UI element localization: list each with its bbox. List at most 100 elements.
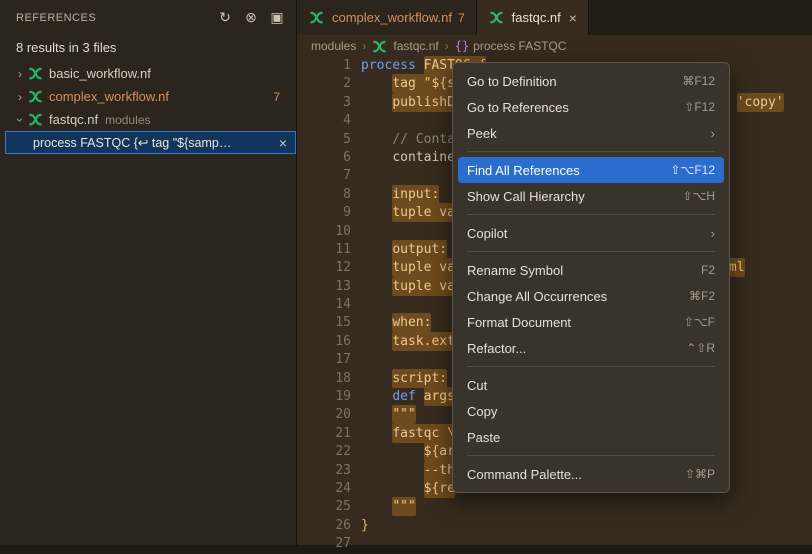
code-token [361, 279, 392, 294]
menu-item-format-document[interactable]: Format Document⇧⌥F [458, 309, 724, 335]
line-number: 26 [297, 517, 351, 535]
code-token: containe [392, 150, 455, 165]
menu-item-cut[interactable]: Cut [458, 372, 724, 398]
menu-separator [467, 455, 715, 456]
code-token [361, 481, 424, 496]
menu-item-copy[interactable]: Copy [458, 398, 724, 424]
code-token [361, 95, 392, 110]
nextflow-icon [28, 112, 45, 127]
menu-shortcut: ⌘F12 [682, 74, 715, 88]
menu-item-label: Paste [467, 430, 715, 445]
reference-highlight: tuple va [392, 277, 455, 296]
clear-results-icon[interactable]: ⊗ [240, 7, 262, 29]
file-row-basic-workflow-nf[interactable]: ›basic_workflow.nf [0, 62, 296, 85]
line-number: 14 [297, 296, 351, 314]
reference-highlight: """ [392, 497, 415, 516]
code-text [351, 112, 361, 130]
code-token [361, 334, 392, 349]
code-token: def [392, 389, 423, 404]
line-number: 19 [297, 388, 351, 406]
menu-separator [467, 214, 715, 215]
tab-close-icon[interactable]: × [569, 10, 577, 26]
symbol-process-icon: {} [455, 39, 469, 53]
code-text: ${ar [351, 443, 455, 461]
code-line[interactable]: 27 [297, 535, 812, 553]
menu-item-peek[interactable]: Peek› [458, 120, 724, 146]
line-number: 17 [297, 351, 351, 369]
code-text [351, 167, 361, 185]
chevron-collapsed-icon: › [12, 67, 28, 81]
file-description: modules [105, 113, 150, 127]
code-token [361, 463, 424, 478]
reference-highlight: 'copy' [737, 93, 784, 112]
reference-highlight: tuple va [392, 203, 455, 222]
code-token [361, 371, 392, 386]
code-text: task.ext [351, 333, 455, 351]
menu-item-go-to-definition[interactable]: Go to Definition⌘F12 [458, 68, 724, 94]
reference-highlight: --th [424, 461, 455, 480]
menu-item-label: Change All Occurrences [467, 289, 689, 304]
code-token [361, 187, 392, 202]
code-text: // Conta [351, 131, 455, 149]
breadcrumb-label: fastqc.nf [393, 39, 438, 53]
menu-item-rename-symbol[interactable]: Rename SymbolF2 [458, 257, 724, 283]
code-line[interactable]: 25 """ [297, 498, 812, 516]
nextflow-icon [489, 10, 506, 25]
breadcrumb-item-fastqc-nf[interactable]: fastqc.nf [372, 39, 438, 54]
reference-highlight: publishD [392, 93, 455, 112]
line-number: 2 [297, 75, 351, 93]
line-number: 11 [297, 241, 351, 259]
references-sidebar: REFERENCES ↻⊗▣ 8 results in 3 files ›bas… [0, 0, 297, 545]
menu-shortcut: ⇧⌥F [684, 315, 715, 329]
tab-fastqc-nf[interactable]: fastqc.nf× [477, 0, 589, 35]
context-menu: Go to Definition⌘F12Go to References⇧F12… [452, 62, 730, 493]
breadcrumb-item-modules[interactable]: modules [311, 39, 356, 53]
code-line[interactable]: 26} [297, 517, 812, 535]
result-count-badge: 7 [273, 90, 286, 104]
panel-title: REFERENCES [16, 12, 96, 24]
file-row-complex-workflow-nf[interactable]: ›complex_workflow.nf7 [0, 85, 296, 108]
collapse-all-icon[interactable]: ▣ [266, 7, 288, 29]
menu-item-go-to-references[interactable]: Go to References⇧F12 [458, 94, 724, 120]
code-text: """ [351, 406, 416, 424]
menu-item-show-call-hierarchy[interactable]: Show Call Hierarchy⇧⌥H [458, 183, 724, 209]
tab-badge: 7 [458, 11, 465, 25]
code-text: script: [351, 370, 447, 388]
reference-highlight: tuple va [392, 258, 455, 277]
code-text: input: [351, 186, 439, 204]
menu-item-label: Go to References [467, 100, 684, 115]
code-token [361, 407, 392, 422]
code-token [361, 132, 392, 147]
menu-item-command-palette[interactable]: Command Palette...⇧⌘P [458, 461, 724, 487]
menu-shortcut: ⇧⌘P [685, 467, 715, 481]
tab-complex-workflow-nf[interactable]: complex_workflow.nf 7 [297, 0, 477, 35]
nextflow-icon [28, 89, 45, 104]
refresh-icon[interactable]: ↻ [214, 7, 236, 29]
code-token [361, 315, 392, 330]
line-number: 7 [297, 167, 351, 185]
line-number: 12 [297, 259, 351, 277]
menu-item-find-all-references[interactable]: Find All References⇧⌥F12 [458, 157, 724, 183]
menu-item-copilot[interactable]: Copilot› [458, 220, 724, 246]
menu-separator [467, 366, 715, 367]
chevron-expanded-icon: › [13, 112, 27, 128]
code-text: tuple va [351, 204, 455, 222]
line-number: 20 [297, 406, 351, 424]
menu-shortcut: ⇧⌥H [682, 189, 715, 203]
menu-item-label: Format Document [467, 315, 684, 330]
file-row-fastqc-nf[interactable]: ›fastqc.nfmodules [0, 108, 296, 131]
line-number: 21 [297, 425, 351, 443]
reference-result-selected[interactable]: process FASTQC {↩ tag "${samp…× [5, 131, 296, 154]
menu-item-paste[interactable]: Paste [458, 424, 724, 450]
reference-highlight: ${ar [424, 442, 455, 461]
menu-item-label: Go to Definition [467, 74, 682, 89]
code-text [351, 535, 361, 553]
menu-item-refactor[interactable]: Refactor...⌃⇧R [458, 335, 724, 361]
menu-separator [467, 251, 715, 252]
line-number: 8 [297, 186, 351, 204]
breadcrumb-item-process-fastqc[interactable]: {}process FASTQC [455, 39, 567, 53]
menu-item-change-all-occurrences[interactable]: Change All Occurrences⌘F2 [458, 283, 724, 309]
dismiss-icon[interactable]: × [279, 135, 287, 151]
tab-label: complex_workflow.nf [332, 10, 452, 25]
reference-highlight: """ [392, 405, 415, 424]
